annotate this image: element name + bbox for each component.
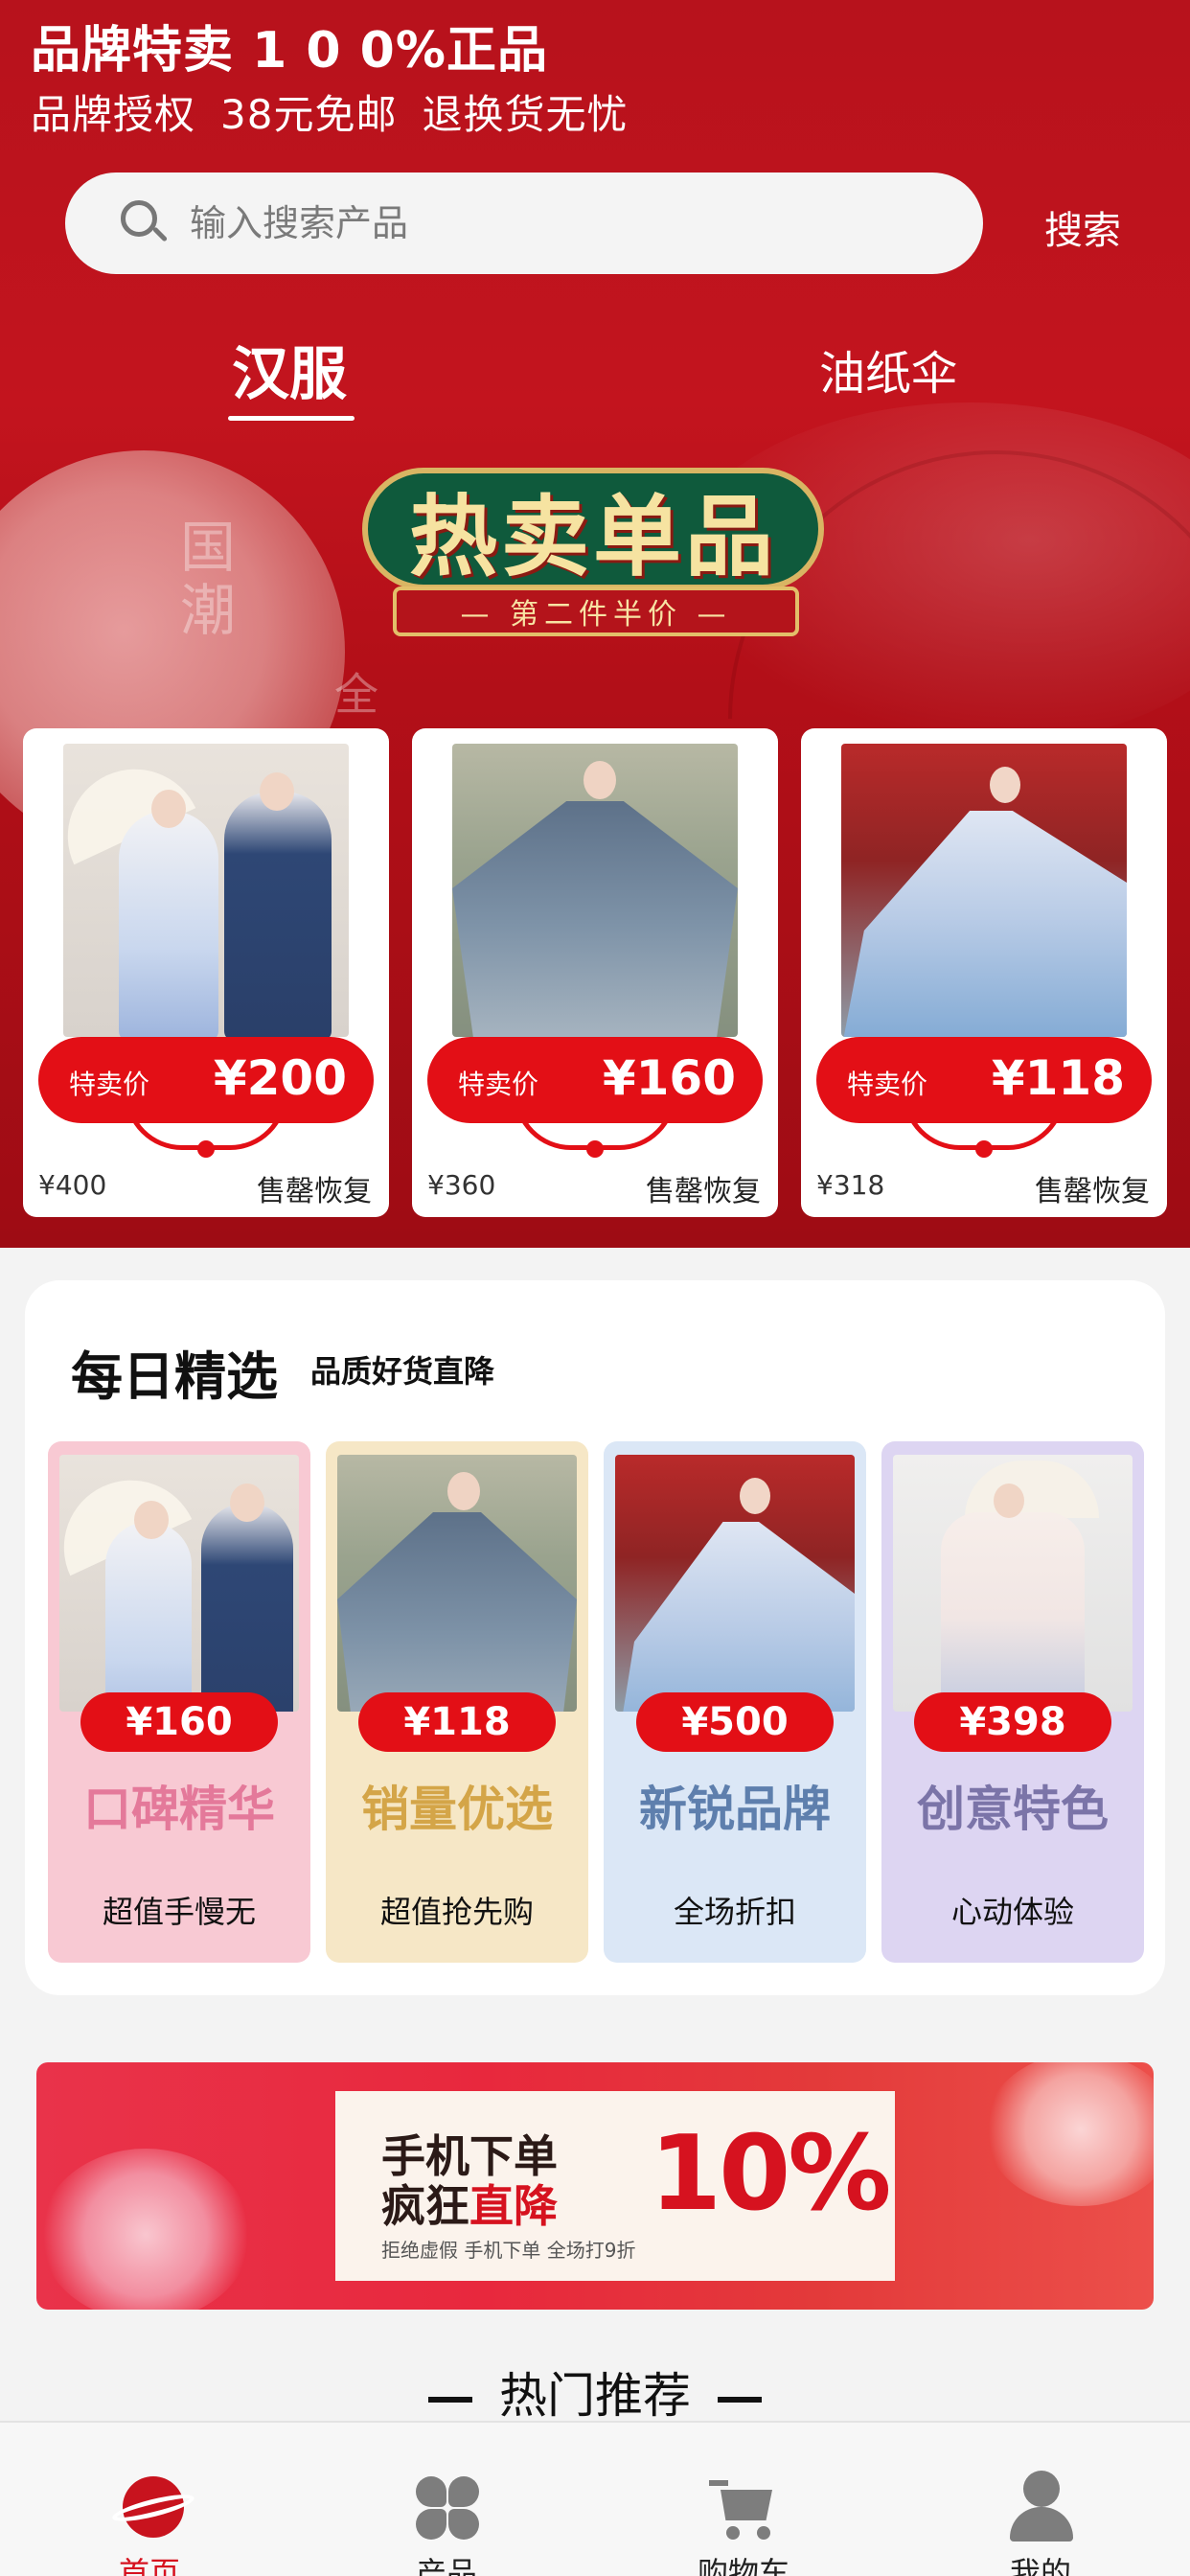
heading-dash <box>428 2396 472 2403</box>
hero-product-card[interactable]: 特卖价 ¥160 ¥360 售罄恢复 <box>412 728 778 1217</box>
original-price: ¥400 <box>38 1169 107 1201</box>
promo-line2-highlight: 直降 <box>469 2180 558 2232</box>
search-button[interactable]: 搜索 <box>1044 199 1121 255</box>
search-input[interactable] <box>190 202 918 244</box>
tab-hanfu[interactable]: 汉服 <box>232 328 347 411</box>
flower-decoration <box>985 2062 1154 2206</box>
daily-pick-card[interactable]: ¥500 新锐品牌 全场折扣 <box>604 1441 866 1963</box>
page-subtitle: 品牌授权 38元免邮 退换货无忧 <box>31 82 652 141</box>
nav-label: 首页 <box>118 2555 180 2576</box>
pick-price: ¥500 <box>636 1692 834 1752</box>
daily-pick-card[interactable]: ¥160 口碑精华 超值手慢无 <box>48 1441 310 1963</box>
flower-decoration <box>40 2149 251 2310</box>
product-photo <box>63 744 349 1037</box>
promo-fine-print: 拒绝虚假 手机下单 全场打9折 <box>381 2239 636 2262</box>
stock-status: 售罄恢复 <box>646 1175 761 1208</box>
price-pill: 特卖价 ¥118 <box>816 1037 1152 1123</box>
pick-name: 口碑精华 <box>83 1782 275 1837</box>
hot-recommend-heading: 热门推荐 <box>0 2358 1190 2426</box>
search-bar[interactable] <box>65 172 983 274</box>
daily-picks-title: 每日精选 <box>71 1346 278 1407</box>
promo-banner[interactable]: 手机下单 疯狂直降 10% 拒绝虚假 手机下单 全场打9折 <box>36 2062 1154 2310</box>
product-photo <box>337 1455 577 1712</box>
pick-name: 新锐品牌 <box>639 1782 831 1837</box>
pick-tag: 超值抢先购 <box>379 1894 534 1930</box>
pick-tag: 全场折扣 <box>673 1894 796 1930</box>
product-photo <box>59 1455 299 1712</box>
sale-price: ¥160 <box>602 1050 736 1106</box>
daily-picks-section: 每日精选 品质好货直降 ¥160 口碑精华 超值手慢无 ¥118 销量优选 超值… <box>25 1280 1165 1995</box>
heading-dash <box>718 2396 762 2403</box>
sale-price: ¥118 <box>991 1050 1125 1106</box>
price-label: 特卖价 <box>458 1069 539 1100</box>
subtitle-item: 品牌授权 <box>31 91 196 138</box>
price-pill: 特卖价 ¥160 <box>427 1037 763 1123</box>
price-dot-decoration <box>586 1140 604 1158</box>
price-pill: 特卖价 ¥200 <box>38 1037 374 1123</box>
product-photo <box>841 744 1127 1037</box>
pick-price: ¥118 <box>358 1692 556 1752</box>
promo-line2: 疯狂直降 <box>381 2172 558 2235</box>
stock-status: 售罄恢复 <box>257 1175 372 1208</box>
page-title: 品牌特卖 1 0 0%正品 <box>31 22 548 80</box>
user-icon <box>1004 2471 1077 2543</box>
pick-price: ¥398 <box>914 1692 1111 1752</box>
clover-icon <box>410 2471 483 2543</box>
pick-name: 创意特色 <box>917 1782 1109 1837</box>
pick-name: 销量优选 <box>361 1782 553 1837</box>
pick-price: ¥160 <box>80 1692 278 1752</box>
tab-active-indicator <box>228 416 355 421</box>
stock-status: 售罄恢复 <box>1035 1175 1150 1208</box>
hero-section: 国潮 全 品牌特卖 1 0 0%正品 品牌授权38元免邮退换货无忧 搜索 汉服 … <box>0 0 1190 1248</box>
original-price: ¥360 <box>427 1169 496 1201</box>
daily-pick-card[interactable]: ¥398 创意特色 心动体验 <box>881 1441 1144 1963</box>
subtitle-item: 38元免邮 <box>220 91 398 138</box>
price-dot-decoration <box>975 1140 993 1158</box>
price-label: 特卖价 <box>69 1069 150 1100</box>
original-price: ¥318 <box>816 1169 885 1201</box>
hero-background-text: 国潮 <box>171 518 236 644</box>
promo-line2-prefix: 疯狂 <box>381 2180 469 2232</box>
pick-tag: 超值手慢无 <box>102 1894 256 1930</box>
product-photo <box>452 744 738 1037</box>
hot-single-banner-title: 热卖单品 <box>362 468 824 590</box>
pick-tag: 心动体验 <box>950 1894 1074 1930</box>
hot-single-banner-subtitle: — 第二件半价 — <box>393 586 799 636</box>
daily-picks-subtitle: 品质好货直降 <box>310 1353 495 1390</box>
tab-oil-paper-umbrella[interactable]: 油纸伞 <box>819 335 957 402</box>
hot-recommend-title: 热门推荐 <box>499 2368 691 2424</box>
hero-product-card[interactable]: 特卖价 ¥118 ¥318 售罄恢复 <box>801 728 1167 1217</box>
product-photo <box>615 1455 855 1712</box>
subtitle-item: 退换货无忧 <box>422 91 629 138</box>
promo-percent: 10% <box>650 2114 892 2234</box>
product-photo <box>893 1455 1133 1712</box>
hero-product-card[interactable]: 特卖价 ¥200 ¥400 售罄恢复 <box>23 728 389 1217</box>
planet-icon <box>110 2471 196 2543</box>
price-dot-decoration <box>197 1140 215 1158</box>
daily-pick-card[interactable]: ¥118 销量优选 超值抢先购 <box>326 1441 588 1963</box>
sale-price: ¥200 <box>213 1050 347 1106</box>
bottom-nav: 首页 产品 购物车 我的 <box>0 2421 1190 2576</box>
cart-icon <box>707 2471 780 2543</box>
nav-label: 我的 <box>1009 2555 1071 2576</box>
nav-label: 产品 <box>415 2555 477 2576</box>
hero-background-text: 全 <box>328 671 379 723</box>
nav-label: 购物车 <box>697 2555 790 2576</box>
price-label: 特卖价 <box>847 1069 928 1100</box>
search-icon <box>121 200 169 246</box>
